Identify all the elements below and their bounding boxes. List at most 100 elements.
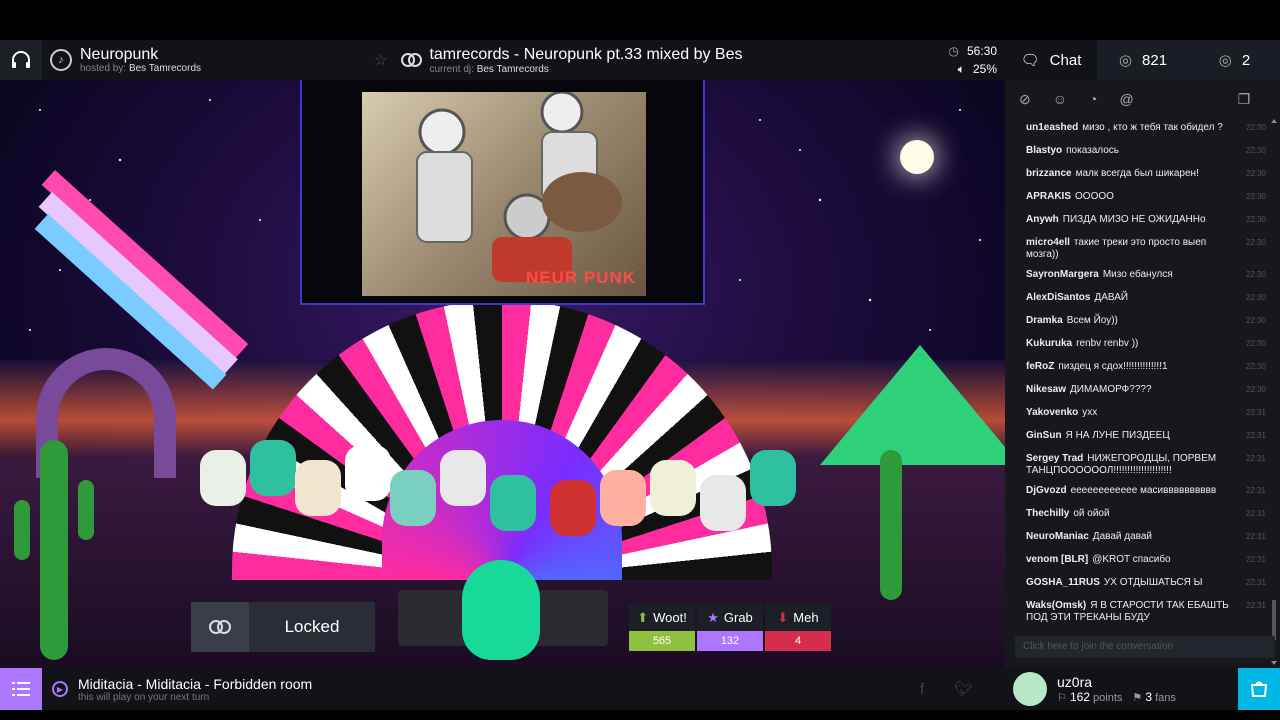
points-stat: ⚐ 162 points [1057,690,1123,704]
star-icon: ★ [707,609,719,625]
join-waitlist-button[interactable]: Locked [191,602,375,652]
vote-buttons: ⬆︎ Woot! 565 ★ Grab 132 ⬇︎ Meh 4 [629,604,831,651]
room-info[interactable]: Neuropunk hosted by: Bes Tamrecords [80,46,340,74]
volume-control[interactable]: 🔈︎ 25% [948,60,997,78]
chat-message: AlexDiSantos ДАВАЙ 22:30 [1026,292,1266,303]
chat-message: Thechilly ой ойой 22:31 [1026,508,1266,519]
grab-button[interactable]: ★ Grab 132 [697,604,763,651]
playlist-menu-button[interactable] [0,668,42,710]
current-dj: current dj: Bes Tamrecords [429,63,549,75]
audience-avatar[interactable] [200,450,246,506]
chat-message: venom [BLR] @KROT спасибо 22:31 [1026,554,1266,565]
next-track[interactable]: Miditacia - Miditacia - Forbidden room t… [78,676,312,703]
pyramid [820,345,1005,465]
popout-icon[interactable]: ❐ [1238,91,1251,108]
avatar [1013,672,1047,706]
chat-input[interactable]: Click here to join the conversation [1015,636,1275,658]
user-profile[interactable]: uz0ra ⚐ 162 points ⚑ 3 fans [1005,668,1238,710]
speaker-icon: 🔈︎ [957,61,965,76]
clock-icon: ◷ [948,44,959,58]
chat-message: Yakovenko ухх 22:31 [1026,407,1266,418]
track-title: tamrecords - Neuropunk pt.33 mixed by Be… [429,45,743,63]
chat-scrollbar[interactable] [1270,118,1278,666]
meh-count: 4 [765,631,831,651]
gift-button[interactable] [1238,668,1280,710]
chat-message: GinSun Я НА ЛУНЕ ПИЗДЕЕЦ 22:31 [1026,430,1266,441]
chat-message: brizzance малк всегда был шикарен! 22:30 [1026,168,1266,179]
twitter-icon[interactable]: 🐦︎ [954,680,973,698]
artwork-logo: NEUR PUNK [525,268,636,287]
tab-audience[interactable]: ◎ 821 [1097,40,1189,80]
next-track-icon: ▶ [52,681,68,697]
cactus [14,500,30,560]
chat-messages: un1eashed мизо , кто ж тебя так обидел ? 2… [1005,118,1270,628]
track-artwork: NEUR PUNK [362,92,646,296]
chat-message: NeuroManiac Давай давай 22:31 [1026,531,1266,542]
dj-avatar[interactable] [462,560,540,660]
favorite-star-icon[interactable]: ☆ [374,51,387,69]
playback-info: ◷ 56:30 🔈︎ 25% [948,42,997,78]
chat-toolbar: ⊘ ☺ ◔ @ ❐ [1005,80,1280,118]
arrow-down-icon: ⬇︎ [777,609,789,625]
chat-message: APRAKIS ООООО 22:30 [1026,191,1266,202]
room-host: hosted by: Bes Tamrecords [80,63,202,74]
audience-avatar[interactable] [250,440,296,496]
dj-icon [399,48,423,72]
music-note-icon[interactable]: ♪ [50,49,72,71]
headphones-button[interactable] [0,40,42,80]
audience-avatar[interactable] [600,470,646,526]
tab-chat[interactable]: 🗨︎ Chat [1005,40,1097,80]
mention-icon[interactable]: @ [1120,91,1134,107]
facebook-icon[interactable]: f [920,681,924,698]
woot-count: 565 [629,631,695,651]
now-playing: tamrecords - Neuropunk pt.33 mixed by Be… [429,46,742,75]
timestamp-icon[interactable]: ◔ [1089,91,1097,107]
username: uz0ra [1057,674,1093,690]
next-track-subtitle: this will play on your next turn [78,691,210,703]
moon [900,140,934,174]
gift-icon [1250,681,1268,697]
chat-message: Kukuruka renbv renbv )) 22:30 [1026,338,1266,349]
audience-avatar[interactable] [295,460,341,516]
mute-mentions-icon[interactable]: ⊘ [1019,91,1031,108]
audience-avatar[interactable] [650,460,696,516]
waitlist-tab-icon: ◎ [1218,52,1232,69]
woot-button[interactable]: ⬆︎ Woot! 565 [629,604,695,651]
chat-message: Nikesaw ДИМАМОРФ???? 22:30 [1026,384,1266,395]
next-track-title: Miditacia - Miditacia - Forbidden room [78,675,313,692]
audience-icon: ◎ [1118,52,1133,69]
audience-avatar[interactable] [440,450,486,506]
chat-message: micro4ell такие треки это просто выеп моз… [1026,237,1266,260]
audience-avatar[interactable] [750,450,796,506]
waitlist-icon [191,602,249,652]
audience-avatar[interactable] [700,475,746,531]
video-player[interactable]: NEUR PUNK [300,80,705,305]
audience-avatar[interactable] [550,480,596,536]
room-name: Neuropunk [80,46,159,63]
audience-avatar[interactable] [490,475,536,531]
cactus [880,450,902,600]
headphones-icon [12,51,30,68]
chat-message: Anywh ПИЗДА МИЗО НЕ ОЖИДАННо 22:30 [1026,214,1266,225]
locked-label: Locked [284,617,340,636]
side-panel: 🗨︎ Chat ◎ 821 ◎ 2 ⊘ ☺ ◔ @ ❐ un1eashed мизо ,… [1005,40,1280,668]
room-header: ♪ Neuropunk hosted by: Bes Tamrecords ☆ … [0,40,1005,80]
chat-message: Sergey Trad НИЖЕГОРОДЦЫ, ПОРВЕМ ТАНЦПОООО… [1026,453,1266,476]
chat-message: Blastyo показалось 22:30 [1026,145,1266,156]
cactus [40,440,68,660]
fans-flag-icon: ⚑ [1132,692,1143,704]
audience-crowd[interactable] [180,430,820,560]
chat-bubble-icon: 🗨︎ [1020,52,1040,69]
chat-message: un1eashed мизо , кто ж тебя так обидел ? 2… [1026,122,1266,133]
tab-waitlist[interactable]: ◎ 2 [1189,40,1280,80]
chat-message: feRoZ пиздец я сдох!!!!!!!!!!!!!!1 22:30 [1026,361,1266,372]
chat-message: GOSHA_11RUS УХ ОТДЫШАТЬСЯ Ы 22:31 [1026,577,1266,588]
time-remaining: ◷ 56:30 [948,44,997,58]
arrow-up-icon: ⬆︎ [637,609,649,625]
audience-avatar[interactable] [345,445,391,501]
list-icon [12,682,30,696]
user-stats: ⚐ 162 points ⚑ 3 fans [1057,690,1176,704]
meh-button[interactable]: ⬇︎ Meh 4 [765,604,831,651]
emoji-icon[interactable]: ☺ [1053,91,1067,107]
audience-avatar[interactable] [390,470,436,526]
